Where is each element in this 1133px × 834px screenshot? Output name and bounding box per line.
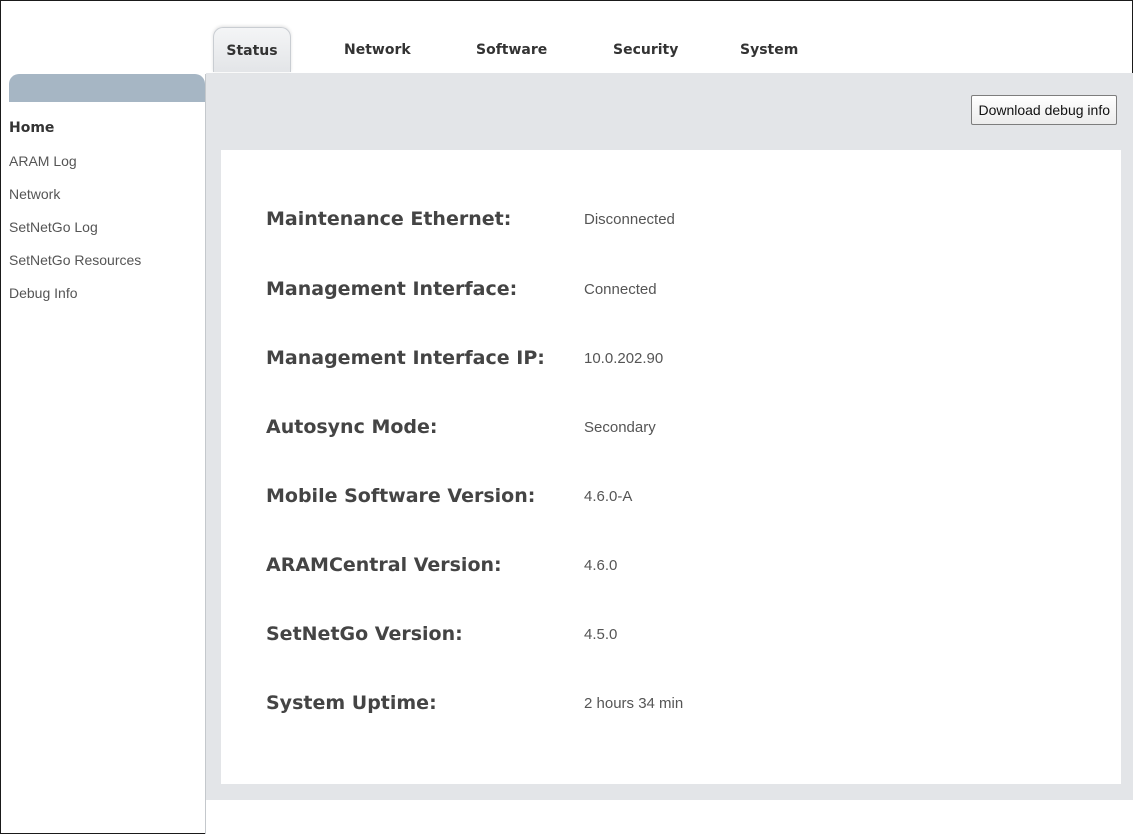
main-panel: Download debug info Maintenance Ethernet… <box>206 73 1133 800</box>
status-value: 4.6.0 <box>584 556 618 574</box>
status-label: ARAMCentral Version: <box>266 554 502 576</box>
status-value: 10.0.202.90 <box>584 349 664 367</box>
sidebar-nav: Home ARAM Log Network SetNetGo Log SetNe… <box>9 102 205 310</box>
status-row-autosync-mode: Autosync Mode: Secondary <box>266 412 656 442</box>
status-row-management-interface: Management Interface: Connected <box>266 274 657 304</box>
tab-software[interactable]: Software <box>476 27 547 71</box>
status-row-management-interface-ip: Management Interface IP: 10.0.202.90 <box>266 343 663 373</box>
status-value: Disconnected <box>584 210 675 228</box>
sidebar-item-network[interactable]: Network <box>9 178 205 211</box>
tab-status[interactable]: Status <box>213 27 291 72</box>
status-label: Management Interface: <box>266 278 518 300</box>
sidebar-item-debug-info[interactable]: Debug Info <box>9 277 205 310</box>
sidebar-header <box>9 74 205 102</box>
sidebar-item-home[interactable]: Home <box>9 112 205 145</box>
sidebar-item-setnetgo-resources[interactable]: SetNetGo Resources <box>9 244 205 277</box>
sidebar: Home ARAM Log Network SetNetGo Log SetNe… <box>9 74 206 834</box>
status-label: Mobile Software Version: <box>266 485 536 507</box>
status-value: 4.6.0-A <box>584 487 633 505</box>
app-window: Status Network Software Security System … <box>0 0 1133 834</box>
status-row-aramcentral-version: ARAMCentral Version: 4.6.0 <box>266 550 617 580</box>
status-value: Connected <box>584 280 657 298</box>
sidebar-item-setnetgo-log[interactable]: SetNetGo Log <box>9 211 205 244</box>
status-row-system-uptime: System Uptime: 2 hours 34 min <box>266 688 683 718</box>
tab-system[interactable]: System <box>740 27 798 71</box>
status-value: 4.5.0 <box>584 625 618 643</box>
status-label: Autosync Mode: <box>266 416 438 438</box>
tab-security[interactable]: Security <box>613 27 678 71</box>
status-row-maintenance-ethernet: Maintenance Ethernet: Disconnected <box>266 204 675 234</box>
status-label: SetNetGo Version: <box>266 623 463 645</box>
status-card: Maintenance Ethernet: Disconnected Manag… <box>221 150 1121 784</box>
status-value: Secondary <box>584 418 656 436</box>
sidebar-item-aram-log[interactable]: ARAM Log <box>9 145 205 178</box>
main-tab-bar: Status Network Software Security System <box>213 27 798 73</box>
status-label: System Uptime: <box>266 692 437 714</box>
status-label: Maintenance Ethernet: <box>266 208 512 230</box>
download-debug-info-button[interactable]: Download debug info <box>971 95 1117 125</box>
status-value: 2 hours 34 min <box>584 694 684 712</box>
status-row-setnetgo-version: SetNetGo Version: 4.5.0 <box>266 619 617 649</box>
tab-network[interactable]: Network <box>344 27 411 71</box>
status-row-mobile-software-version: Mobile Software Version: 4.6.0-A <box>266 481 632 511</box>
footer-area <box>206 800 1133 834</box>
status-label: Management Interface IP: <box>266 347 545 369</box>
